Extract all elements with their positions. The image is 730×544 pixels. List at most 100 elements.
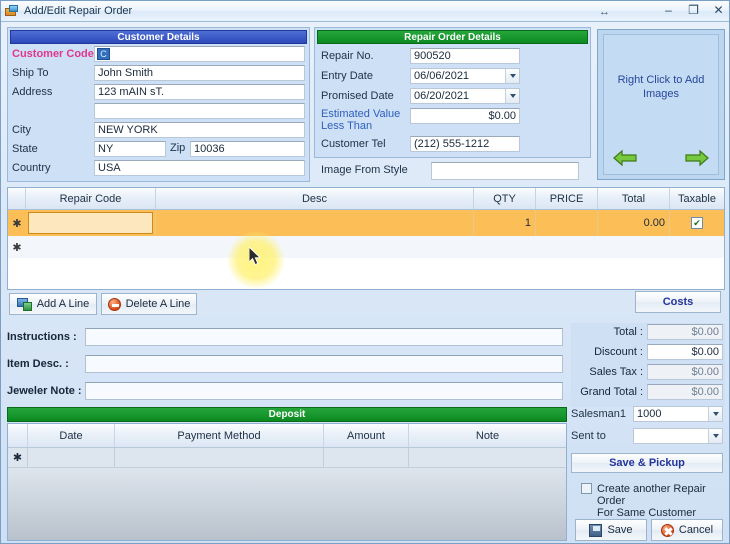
image-from-style-label: Image From Style	[321, 164, 408, 176]
cancel-label: Cancel	[679, 524, 713, 536]
deposit-cell-date[interactable]	[28, 448, 115, 467]
deposit-cell-note[interactable]	[409, 448, 566, 467]
entry-date-picker[interactable]: 06/06/2021	[410, 68, 520, 84]
delete-a-line-button[interactable]: Delete A Line	[101, 293, 197, 315]
jeweler-note-input[interactable]	[85, 382, 563, 400]
customer-code-label: Customer Code	[12, 48, 94, 60]
estimated-value-label-line2: Less Than	[321, 120, 372, 132]
cancel-button[interactable]: Cancel	[651, 519, 723, 541]
salesman-select[interactable]: 1000	[633, 406, 723, 422]
cell-price[interactable]	[536, 210, 598, 236]
column-header-total[interactable]: Total	[598, 188, 670, 209]
state-input[interactable]: NY	[94, 141, 166, 157]
maximize-button[interactable]: ❐	[687, 3, 700, 17]
deposit-cell-payment-method[interactable]	[115, 448, 324, 467]
country-input[interactable]: USA	[94, 160, 305, 176]
images-caption-line2: Images	[604, 87, 718, 101]
discount-input[interactable]: $0.00	[647, 344, 723, 360]
instructions-input[interactable]	[85, 328, 563, 346]
chevron-down-icon[interactable]	[708, 429, 722, 443]
deposit-cell-amount[interactable]	[324, 448, 409, 467]
new-row-placeholder[interactable]: ✱	[8, 236, 724, 258]
resize-grip-icon[interactable]: ↔	[599, 6, 609, 18]
zip-input[interactable]: 10036	[190, 141, 305, 157]
totals-panel: Total : $0.00 Discount : $0.00 Sales Tax…	[571, 323, 725, 407]
actions-area: Save & Pickup Create another Repair Orde…	[571, 453, 725, 541]
grand-total-label: Grand Total :	[571, 386, 643, 398]
arrow-right-icon[interactable]	[684, 148, 710, 168]
save-and-pickup-button[interactable]: Save & Pickup	[571, 453, 723, 473]
images-drop-area[interactable]: Right Click to Add Images	[603, 34, 719, 175]
save-icon	[589, 524, 602, 537]
address-line2-input[interactable]	[94, 103, 305, 119]
minimize-button[interactable]: –	[662, 3, 675, 17]
column-header-payment-method[interactable]: Payment Method	[115, 424, 324, 447]
city-input[interactable]: NEW YORK	[94, 122, 305, 138]
address-label: Address	[12, 86, 52, 98]
cell-qty[interactable]: 1	[474, 210, 536, 236]
create-another-order-row[interactable]: Create another Repair Order For Same Cus…	[581, 483, 725, 519]
table-row[interactable]: ✱ 1 0.00 ✔	[8, 210, 724, 236]
entry-date-value: 06/06/2021	[414, 69, 469, 84]
deposit-new-row-marker: ✱	[8, 448, 28, 467]
customer-details-header: Customer Details	[10, 30, 307, 44]
city-label: City	[12, 124, 31, 136]
salesman-value: 1000	[637, 407, 661, 422]
taxable-checkbox[interactable]: ✔	[691, 217, 703, 229]
column-header-taxable[interactable]: Taxable	[670, 188, 724, 209]
sent-to-select[interactable]	[633, 428, 723, 444]
repair-lines-grid[interactable]: Repair Code Desc QTY PRICE Total Taxable…	[7, 187, 725, 290]
address-line1-input[interactable]: 123 mAIN sT.	[94, 84, 305, 100]
deposit-header-row: Date Payment Method Amount Note	[8, 424, 566, 448]
images-panel[interactable]: Right Click to Add Images	[597, 29, 725, 180]
customer-code-input[interactable]: C	[94, 46, 305, 62]
promised-date-picker[interactable]: 06/20/2021	[410, 88, 520, 104]
ship-to-input[interactable]: John Smith	[94, 65, 305, 81]
arrow-left-icon[interactable]	[612, 148, 638, 168]
cell-repair-code[interactable]	[26, 210, 156, 236]
discount-label: Discount :	[571, 346, 643, 358]
jeweler-note-label: Jeweler Note :	[7, 385, 82, 397]
costs-button[interactable]: Costs	[635, 291, 721, 313]
estimated-value-input[interactable]: $0.00	[410, 108, 520, 124]
close-button[interactable]: ✕	[712, 3, 725, 17]
column-header-date[interactable]: Date	[28, 424, 115, 447]
repair-no-input[interactable]: 900520	[410, 48, 520, 64]
cell-desc[interactable]	[156, 210, 474, 236]
add-a-line-button[interactable]: Add A Line	[9, 293, 97, 315]
chevron-down-icon[interactable]	[708, 407, 722, 421]
add-a-line-label: Add A Line	[37, 298, 90, 310]
add-edit-repair-order-window: Add/Edit Repair Order ↔ – ❐ ✕ Customer D…	[0, 0, 730, 544]
column-header-price[interactable]: PRICE	[536, 188, 598, 209]
cell-total[interactable]: 0.00	[598, 210, 670, 236]
create-another-order-label-line1: Create another Repair Order	[597, 483, 725, 507]
delete-line-icon	[108, 298, 121, 311]
deposit-new-row[interactable]: ✱	[8, 448, 566, 468]
deposit-grid[interactable]: Date Payment Method Amount Note ✱	[7, 423, 567, 541]
add-line-icon	[17, 298, 32, 311]
chevron-down-icon[interactable]	[505, 89, 519, 103]
repair-order-details-header: Repair Order Details	[317, 30, 588, 44]
column-header-qty[interactable]: QTY	[474, 188, 536, 209]
title-bar: Add/Edit Repair Order ↔ – ❐ ✕	[1, 1, 729, 22]
customer-tel-input[interactable]: (212) 555-1212	[410, 136, 520, 152]
cell-taxable[interactable]: ✔	[670, 210, 724, 236]
sales-tax-value: $0.00	[647, 364, 723, 380]
repair-code-editor[interactable]	[28, 212, 153, 234]
column-header-repair-code[interactable]: Repair Code	[26, 188, 156, 209]
window-controls: – ❐ ✕	[662, 3, 725, 17]
repair-order-details-panel: Repair Order Details Repair No. 900520 E…	[314, 27, 591, 158]
new-row-marker: ✱	[8, 236, 26, 258]
image-from-style-input[interactable]	[431, 162, 579, 180]
item-desc-input[interactable]	[85, 355, 563, 373]
column-header-amount[interactable]: Amount	[324, 424, 409, 447]
row-marker: ✱	[8, 210, 26, 236]
notes-area: Instructions : Item Desc. : Jeweler Note…	[1, 323, 567, 407]
cancel-icon	[661, 524, 674, 537]
save-button[interactable]: Save	[575, 519, 647, 541]
chevron-down-icon[interactable]	[505, 69, 519, 83]
create-another-order-checkbox[interactable]	[581, 483, 592, 494]
column-header-desc[interactable]: Desc	[156, 188, 474, 209]
column-header-note[interactable]: Note	[409, 424, 566, 447]
promised-date-value: 06/20/2021	[414, 89, 469, 104]
